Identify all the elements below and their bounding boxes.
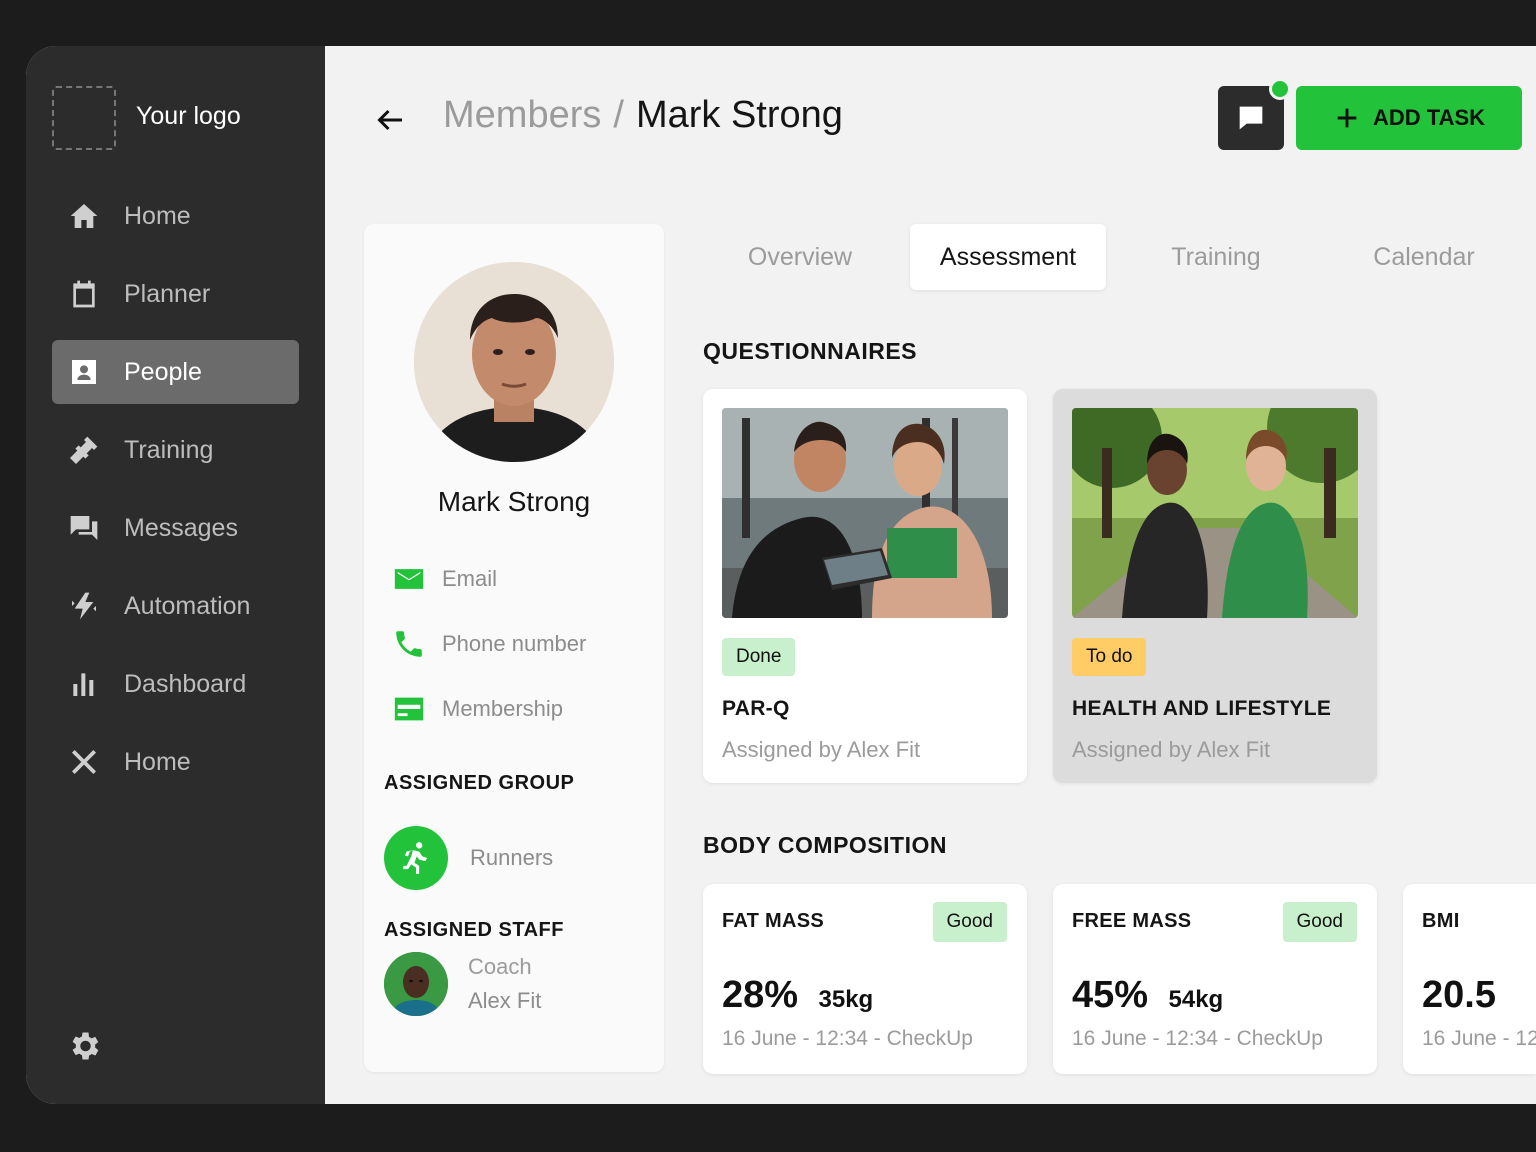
notification-dot (1269, 78, 1291, 100)
sidebar-item-label: People (124, 357, 202, 386)
staff-role: Coach (468, 954, 532, 979)
group-item[interactable]: Runners (384, 826, 553, 890)
status-badge: To do (1072, 638, 1147, 676)
breadcrumb-parent-link[interactable]: Members (443, 94, 601, 137)
questionnaire-card-parq[interactable]: Done PAR-Q Assigned by Alex Fit (703, 389, 1027, 783)
sidebar-item-label: Messages (124, 513, 238, 542)
sidebar-item-people[interactable]: People (52, 340, 299, 404)
page-title: Mark Strong (635, 94, 843, 136)
logo-text: Your logo (136, 102, 241, 130)
metric-meta: 16 June - 12:34 - CheckUp (1072, 1027, 1323, 1050)
phone-link[interactable]: Phone number (392, 627, 586, 661)
breadcrumb-separator: / (613, 94, 624, 136)
metric-bmi-value: 20.5 (1422, 974, 1496, 1016)
tab-overview[interactable]: Overview (704, 224, 896, 290)
metric-value: 20.5 (1422, 974, 1496, 1017)
metric-title: FAT MASS (722, 910, 825, 932)
home-icon (66, 198, 102, 234)
sidebar-item-planner[interactable]: Planner (52, 262, 299, 326)
plus-icon (1337, 108, 1357, 128)
metric-percent: 28% (722, 974, 799, 1016)
phone-icon (396, 631, 422, 657)
questionnaire-photo (722, 408, 1008, 618)
lightning-icon (66, 588, 102, 624)
sidebar-item-label: Planner (124, 279, 211, 308)
runner-icon (384, 826, 448, 890)
tab-assessment[interactable]: Assessment (910, 224, 1106, 290)
phone-label: Phone number (442, 631, 587, 656)
sidebar: Your logo Home Planner People Training M… (26, 46, 325, 1104)
staff-name: Alex Fit (468, 988, 542, 1013)
email-link[interactable]: Email (392, 562, 497, 596)
app-window: Your logo Home Planner People Training M… (26, 46, 1536, 1104)
bar-chart-icon (66, 666, 102, 702)
questionnaire-card-health[interactable]: To do HEALTH AND LIFESTYLE Assigned by A… (1053, 389, 1377, 783)
questionnaire-assigned: Assigned by Alex Fit (1072, 737, 1271, 762)
metric-title: FREE MASS (1072, 910, 1192, 932)
staff-item[interactable]: Coach Alex Fit (384, 952, 541, 1016)
back-arrow-icon[interactable] (372, 102, 408, 138)
dumbbell-icon (66, 432, 102, 468)
metric-meta: 16 June - 12:34 - CheckUp (1422, 1027, 1536, 1050)
sidebar-item-label: Home (124, 201, 191, 230)
group-name: Runners (470, 845, 554, 870)
tab-calendar[interactable]: Calendar (1328, 224, 1520, 290)
breadcrumb: Members / Mark Strong (443, 94, 843, 137)
sidebar-item-label: Dashboard (124, 669, 247, 698)
sidebar-item-dashboard[interactable]: Dashboard (52, 652, 299, 716)
email-label: Email (442, 566, 498, 591)
metric-card-bmi[interactable]: BMI 20.5 16 June - 12:34 - CheckUp (1403, 884, 1536, 1074)
metric-badge: Good (932, 902, 1007, 942)
metric-card-free-mass[interactable]: FREE MASS Good 45% 54kg 16 June - 12:34 … (1053, 884, 1377, 1074)
sidebar-item-home[interactable]: Home (52, 184, 299, 248)
sidebar-item-label: Automation (124, 591, 251, 620)
metric-card-fat-mass[interactable]: FAT MASS Good 28% 35kg 16 June - 12:34 -… (703, 884, 1027, 1074)
sidebar-item-label: Training (124, 435, 214, 464)
sidebar-item-home-tools[interactable]: Home (52, 730, 299, 794)
add-task-button[interactable]: ADD TASK (1296, 86, 1522, 150)
membership-label: Membership (442, 696, 564, 721)
metric-kg: 54kg (1168, 986, 1224, 1013)
questionnaire-photo (1072, 408, 1358, 618)
metric-meta: 16 June - 12:34 - CheckUp (722, 1027, 973, 1050)
tab-training[interactable]: Training (1120, 224, 1312, 290)
metric-title: BMI (1422, 910, 1460, 932)
status-badge: Done (722, 638, 796, 676)
sidebar-item-label: Home (124, 747, 191, 776)
body-composition-heading: BODY COMPOSITION (703, 832, 947, 858)
metric-value: 45% 54kg (1072, 974, 1223, 1017)
metric-percent: 45% (1072, 974, 1149, 1016)
metric-kg: 35kg (818, 986, 874, 1013)
membership-link[interactable]: Membership (392, 692, 563, 726)
metric-value: 28% 35kg (722, 974, 873, 1017)
sidebar-item-automation[interactable]: Automation (52, 574, 299, 638)
tools-icon (66, 744, 102, 780)
questionnaire-assigned: Assigned by Alex Fit (722, 737, 921, 762)
assigned-group-title: ASSIGNED GROUP (384, 772, 575, 794)
profile-name: Mark Strong (437, 486, 591, 517)
questionnaires-heading: QUESTIONNAIRES (703, 338, 918, 364)
logo-placeholder (52, 86, 116, 150)
gear-icon[interactable] (66, 1028, 102, 1064)
contact-card-icon (66, 354, 102, 390)
chat-bubbles-icon (66, 510, 102, 546)
chat-icon (1239, 106, 1263, 130)
card-icon (394, 697, 424, 721)
questionnaire-title: HEALTH AND LIFESTYLE (1072, 697, 1332, 720)
sidebar-item-messages[interactable]: Messages (52, 496, 299, 560)
calendar-icon (66, 276, 102, 312)
profile-card: Mark Strong Email Phone number Membershi… (364, 224, 664, 1072)
mail-icon (394, 569, 424, 589)
metric-badge: Good (1282, 902, 1357, 942)
avatar (414, 262, 614, 462)
sidebar-item-training[interactable]: Training (52, 418, 299, 482)
assigned-staff-title: ASSIGNED STAFF (384, 919, 564, 941)
questionnaire-title: PAR-Q (722, 697, 790, 720)
staff-avatar (384, 952, 448, 1016)
add-task-label: ADD TASK (1372, 105, 1486, 130)
